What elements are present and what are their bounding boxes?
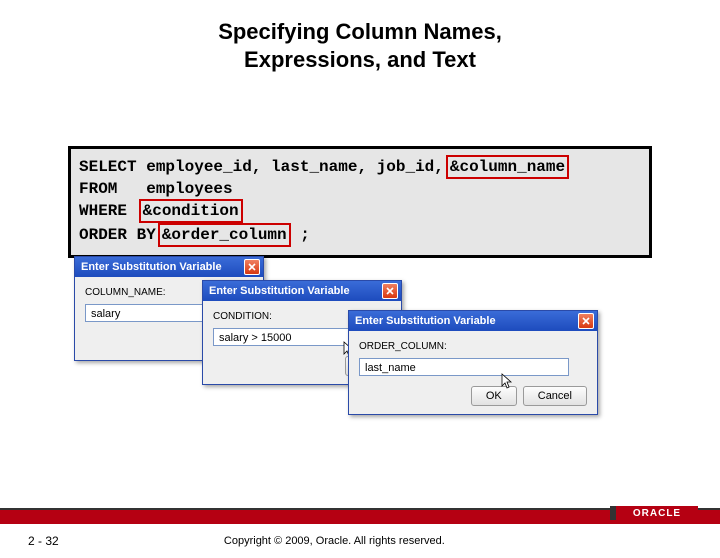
substitution-var-order: &order_column <box>158 223 291 247</box>
close-icon[interactable] <box>244 259 260 275</box>
dialog-titlebar: Enter Substitution Variable <box>75 257 263 277</box>
sql-from: FROM employees <box>79 180 233 198</box>
title-line2: Expressions, and Text <box>244 47 476 72</box>
dialog-title-text: Enter Substitution Variable <box>355 315 496 327</box>
copyright-text: Copyright © 2009, Oracle. All rights res… <box>59 535 610 547</box>
sql-where-kw: WHERE <box>79 202 137 220</box>
input-order-column[interactable]: last_name <box>359 358 569 376</box>
dialog-titlebar: Enter Substitution Variable <box>203 281 401 301</box>
substitution-var-column: &column_name <box>446 155 569 179</box>
dialog-body: ORDER_COLUMN: last_name OK Cancel <box>349 331 597 414</box>
page-number: 2 - 32 <box>28 534 59 548</box>
dialog-title-text: Enter Substitution Variable <box>209 285 350 297</box>
footer: 2 - 32 Copyright © 2009, Oracle. All rig… <box>0 524 720 558</box>
dialog-order-column: Enter Substitution Variable ORDER_COLUMN… <box>348 310 598 415</box>
dialog-title-text: Enter Substitution Variable <box>81 261 222 273</box>
sql-select-cols: employee_id, last_name, job_id, <box>146 158 444 176</box>
substitution-var-condition: &condition <box>139 199 243 223</box>
title-line1: Specifying Column Names, <box>218 19 502 44</box>
sql-code-box: SELECT employee_id, last_name, job_id,&c… <box>68 146 652 258</box>
slide-title: Specifying Column Names, Expressions, an… <box>0 18 720 73</box>
dialog-titlebar: Enter Substitution Variable <box>349 311 597 331</box>
prompt-label: ORDER_COLUMN: <box>359 341 587 352</box>
dialog-buttons: OK Cancel <box>359 386 587 406</box>
cancel-button[interactable]: Cancel <box>523 386 587 406</box>
oracle-logo: ORACLE <box>610 506 698 520</box>
ok-button[interactable]: OK <box>471 386 517 406</box>
close-icon[interactable] <box>382 283 398 299</box>
sql-terminator: ; <box>291 226 310 244</box>
sql-order-kw: ORDER BY <box>79 226 156 244</box>
close-icon[interactable] <box>578 313 594 329</box>
